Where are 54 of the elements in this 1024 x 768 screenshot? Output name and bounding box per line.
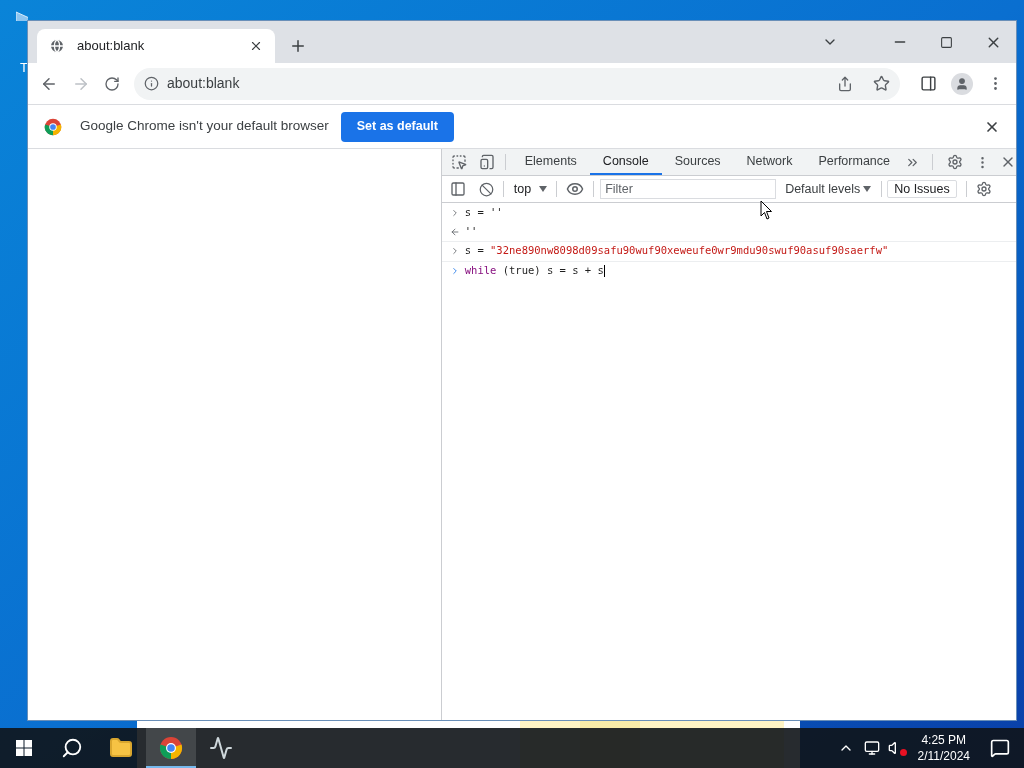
- address-bar[interactable]: about:blank: [134, 67, 900, 100]
- network-icon[interactable]: [863, 740, 880, 756]
- clock-date[interactable]: 2/11/2024: [917, 748, 970, 764]
- info-icon[interactable]: [144, 76, 159, 91]
- eye-icon[interactable]: [566, 180, 585, 198]
- clock-time[interactable]: 4:25 PM: [921, 732, 967, 748]
- console-line: s = '': [464, 204, 503, 220]
- search-icon: [61, 737, 83, 759]
- set-default-button[interactable]: Set as default: [340, 111, 454, 142]
- folder-icon: [109, 736, 133, 760]
- globe-icon: [49, 38, 65, 54]
- maximize-icon[interactable]: [940, 35, 953, 49]
- console-line: s = "32ne890nw8098d09safu90wuf90xeweufe0wr9mdu90swuf90asuf90saerfw": [464, 243, 889, 259]
- side-panel-icon[interactable]: [920, 75, 937, 92]
- reload-icon[interactable]: [104, 75, 120, 92]
- chrome-icon: [159, 736, 183, 760]
- clear-console-icon[interactable]: [478, 181, 494, 197]
- settings-icon[interactable]: [975, 181, 992, 197]
- context-dropdown[interactable]: top: [513, 179, 548, 199]
- devtools-tab[interactable]: Sources: [661, 149, 734, 175]
- url-text: about:blank: [167, 74, 241, 93]
- console-line: '': [464, 223, 478, 239]
- taskbar-app-button[interactable]: [146, 728, 196, 768]
- muted-badge-icon: [899, 749, 907, 756]
- devtools-tab[interactable]: Console: [589, 149, 662, 175]
- bookmark-star-icon[interactable]: [873, 75, 890, 92]
- windows-logo-icon: [16, 740, 32, 756]
- browser-tab[interactable]: about:blank: [37, 29, 275, 63]
- filter-input[interactable]: Filter: [600, 179, 777, 199]
- new-tab-icon[interactable]: [289, 37, 307, 55]
- tab-title: about:blank: [77, 37, 146, 56]
- profile-avatar[interactable]: [951, 72, 973, 95]
- share-icon[interactable]: [837, 75, 853, 92]
- dropdown-arrow-icon: [539, 186, 548, 192]
- infobar-message: Google Chrome isn't your default browser: [80, 117, 329, 136]
- chrome-icon: [44, 117, 62, 136]
- devtools-tab[interactable]: Elements: [511, 149, 590, 175]
- mouse-cursor-icon: [760, 200, 773, 220]
- sidebar-icon[interactable]: [449, 181, 466, 197]
- settings-icon[interactable]: [947, 154, 963, 170]
- devtools-tab[interactable]: Network: [733, 149, 806, 175]
- inspect-icon[interactable]: [450, 154, 467, 170]
- console-prompt-input[interactable]: while (true) s = s + s: [464, 263, 605, 280]
- result-arrow-icon: [449, 226, 460, 237]
- devtools-tab[interactable]: Performance: [805, 149, 903, 175]
- dropdown-arrow-icon: [863, 186, 872, 192]
- desktop-icon-label: T: [20, 59, 28, 77]
- issues-button[interactable]: No Issues: [887, 180, 957, 198]
- close-icon[interactable]: [249, 39, 263, 53]
- device-toolbar-icon[interactable]: [478, 154, 495, 170]
- log-levels-dropdown[interactable]: Default levels: [785, 179, 872, 199]
- monitor-icon: [209, 736, 233, 760]
- person-icon: [955, 76, 969, 91]
- notifications-icon[interactable]: [990, 738, 1010, 758]
